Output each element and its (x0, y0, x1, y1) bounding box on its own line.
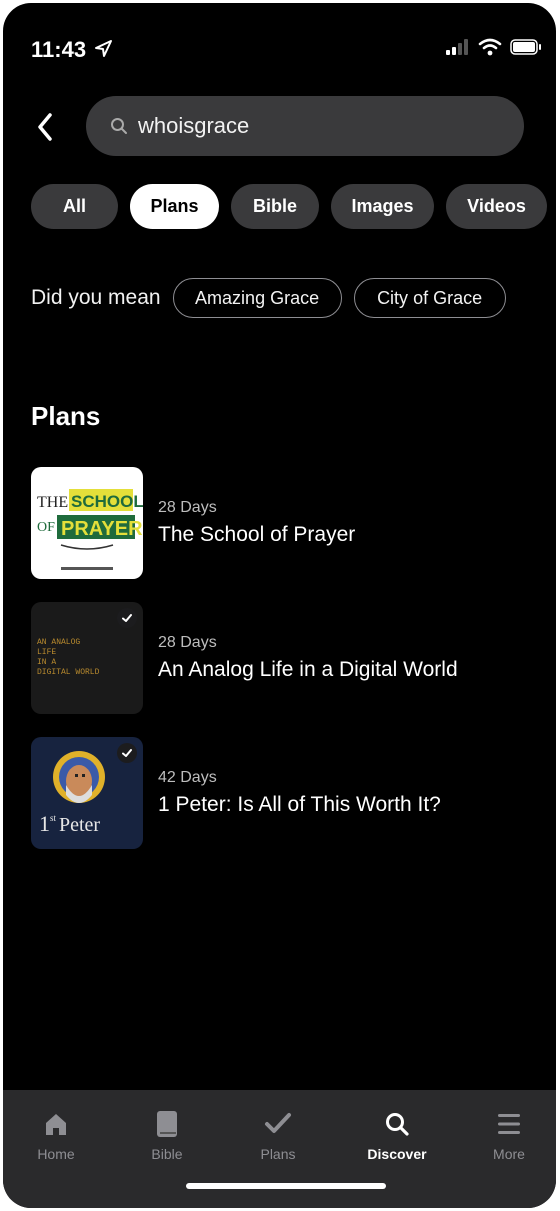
plan-thumbnail: 1 st Peter (31, 737, 143, 849)
tab-label: Bible (151, 1146, 183, 1162)
plan-item[interactable]: 1 st Peter 42 Days 1 Peter: Is All of Th… (31, 737, 531, 849)
svg-text:SCHOOL: SCHOOL (71, 492, 143, 511)
plan-item[interactable]: THE SCHOOL OF PRAYER 28 Days The School … (31, 467, 531, 579)
tab-home[interactable]: Home (6, 1108, 106, 1162)
search-query: whoisgrace (138, 113, 250, 138)
filter-chip-bible[interactable]: Bible (231, 184, 319, 229)
plan-duration: 28 Days (158, 499, 217, 516)
home-indicator[interactable] (186, 1183, 386, 1189)
tab-plans[interactable]: Plans (228, 1108, 328, 1162)
wifi-icon (478, 38, 502, 56)
tab-label: Home (37, 1146, 75, 1162)
tab-label: Discover (367, 1146, 427, 1162)
svg-text:st: st (50, 813, 57, 823)
checkmark-icon (228, 1108, 328, 1140)
svg-text:1: 1 (39, 811, 50, 836)
app-screen: 11:43 whoisgrace All Plans Bible Images … (3, 3, 556, 1208)
filter-chip-videos[interactable]: Videos (446, 184, 547, 229)
menu-icon (459, 1108, 556, 1140)
home-icon (6, 1108, 106, 1140)
search-icon (110, 117, 128, 135)
cellular-signal-icon (446, 39, 468, 55)
plan-thumbnail: AN ANALOG LIFE IN A DIGITAL WORLD (31, 602, 143, 714)
tab-bible[interactable]: Bible (117, 1108, 217, 1162)
tab-discover[interactable]: Discover (347, 1108, 447, 1162)
plan-duration: 42 Days (158, 769, 217, 786)
tab-label: More (493, 1146, 525, 1162)
school-of-prayer-artwork: THE SCHOOL OF PRAYER (37, 489, 143, 570)
back-button[interactable] (31, 107, 59, 147)
plan-title: The School of Prayer (158, 523, 356, 546)
filter-chip-plans[interactable]: Plans (130, 184, 219, 229)
plan-title: 1 Peter: Is All of This Worth It? (158, 793, 441, 816)
completed-check-icon (117, 743, 137, 763)
status-time: 11:43 (31, 37, 87, 62)
filter-chip-all[interactable]: All (31, 184, 118, 229)
section-title: Plans (31, 401, 101, 431)
tab-more[interactable]: More (459, 1108, 556, 1162)
svg-text:Peter: Peter (59, 814, 100, 836)
search-icon (347, 1108, 447, 1140)
plan-title: An Analog Life in a Digital World (158, 658, 458, 681)
status-indicators (446, 38, 542, 56)
svg-text:OF: OF (37, 520, 55, 535)
battery-icon (510, 39, 541, 55)
plan-duration: 28 Days (158, 634, 217, 651)
svg-text:THE: THE (37, 494, 68, 511)
location-arrow-icon (95, 40, 112, 57)
suggestion-amazing-grace[interactable]: Amazing Grace (172, 278, 342, 318)
completed-check-icon (117, 608, 137, 628)
bottom-tab-bar: Home Bible Plans Discover More (3, 1090, 556, 1208)
book-icon (117, 1108, 217, 1140)
filter-chip-images[interactable]: Images (331, 184, 434, 229)
plan-thumbnail: THE SCHOOL OF PRAYER (31, 467, 143, 579)
chevron-left-icon (38, 113, 52, 141)
plan-item[interactable]: AN ANALOG LIFE IN A DIGITAL WORLD 28 Day… (31, 602, 531, 714)
did-you-mean-label: Did you mean (31, 286, 161, 309)
suggestion-city-of-grace[interactable]: City of Grace (353, 278, 506, 318)
did-you-mean: Did you mean Amazing Grace City of Grace (31, 277, 518, 319)
svg-text:PRAYER: PRAYER (61, 518, 143, 540)
svg-text:IN A: IN A (37, 658, 56, 667)
svg-text:AN ANALOG: AN ANALOG (37, 638, 80, 647)
svg-text:LIFE: LIFE (37, 648, 56, 657)
filter-chips: All Plans Bible Images Videos (31, 184, 547, 229)
tab-label: Plans (260, 1146, 296, 1162)
search-input[interactable]: whoisgrace (86, 96, 524, 156)
svg-text:DIGITAL WORLD: DIGITAL WORLD (37, 668, 100, 677)
